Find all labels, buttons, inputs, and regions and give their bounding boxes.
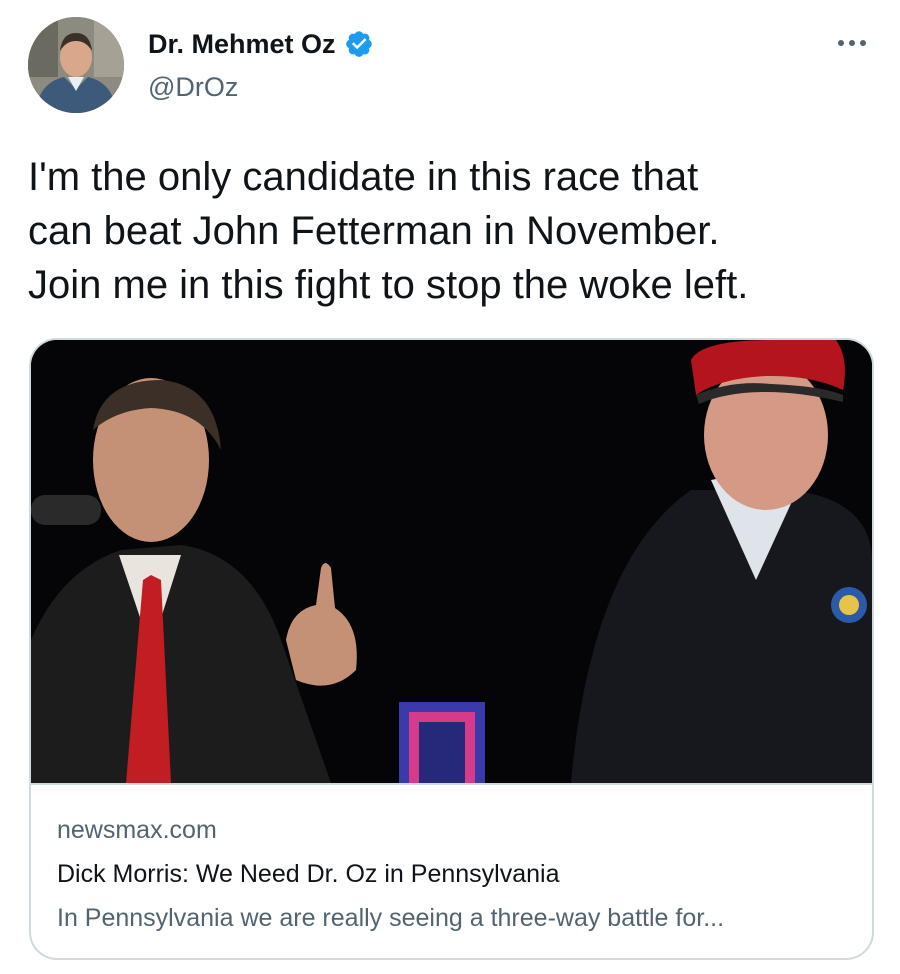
card-meta[interactable]: newsmax.com Dick Morris: We Need Dr. Oz … [31, 783, 872, 958]
tweet: Dr. Mehmet Oz @DrOz I'm the only candida… [0, 0, 900, 974]
author-handle[interactable]: @DrOz [148, 70, 238, 104]
link-card[interactable]: newsmax.com Dick Morris: We Need Dr. Oz … [29, 338, 874, 960]
author-name-text: Dr. Mehmet Oz [148, 29, 336, 59]
tweet-text: I'm the only candidate in this race that… [28, 155, 749, 307]
more-options-icon [838, 40, 866, 46]
author-avatar[interactable] [28, 17, 124, 113]
card-photo [31, 340, 872, 783]
card-title: Dick Morris: We Need Dr. Oz in Pennsylva… [57, 860, 560, 888]
author-name[interactable]: Dr. Mehmet Oz [148, 27, 374, 61]
card-image[interactable] [31, 340, 872, 783]
verified-badge-icon [345, 31, 372, 57]
card-description: In Pennsylvania we are really seeing a t… [57, 904, 725, 932]
avatar-photo [28, 17, 124, 113]
card-domain: newsmax.com [57, 816, 217, 844]
more-options-button[interactable] [832, 26, 872, 60]
